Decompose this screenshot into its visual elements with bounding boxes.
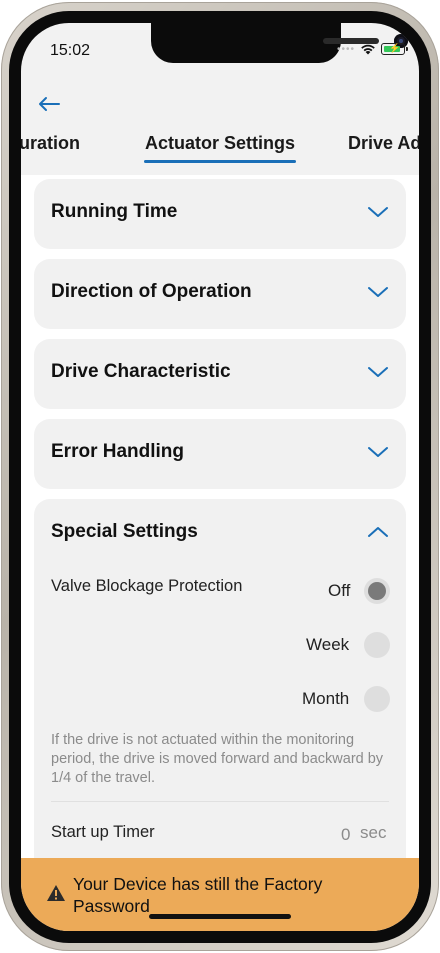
tab-configuration[interactable]: uration <box>21 133 80 154</box>
valve-blockage-label: Valve Blockage Protection <box>51 577 243 595</box>
section-direction-of-operation[interactable]: Direction of Operation <box>34 259 406 329</box>
factory-password-banner[interactable]: Your Device has still the Factory Passwo… <box>21 858 419 931</box>
chevron-down-icon <box>368 367 388 377</box>
section-title: Drive Characteristic <box>51 361 231 382</box>
section-title: Running Time <box>51 201 178 222</box>
divider <box>51 801 389 802</box>
home-indicator[interactable] <box>149 914 291 919</box>
option-month-label: Month <box>302 689 350 708</box>
banner-text: Your Device has still the Factory Passwo… <box>73 874 323 916</box>
tab-drive-adaptation[interactable]: Drive Ad <box>348 133 419 154</box>
app-screen: 15:02 •••• ⚡ uration Actuator Settings D… <box>21 23 419 931</box>
section-error-handling[interactable]: Error Handling <box>34 419 406 489</box>
warning-icon <box>47 885 65 901</box>
section-title[interactable]: Special Settings <box>51 521 198 543</box>
startup-timer-label: Start up Timer <box>51 823 155 841</box>
status-time: 15:02 <box>50 42 91 59</box>
option-off-label: Off <box>328 581 351 600</box>
status-icons: •••• ⚡ <box>336 43 408 55</box>
notch <box>151 23 408 63</box>
option-week-label: Week <box>306 635 350 654</box>
chevron-up-icon[interactable] <box>367 525 389 539</box>
section-special-settings: Special Settings Valve Blockage Protecti… <box>34 499 406 879</box>
chevron-down-icon <box>368 287 388 297</box>
settings-content: Running Time Direction of Operation Driv… <box>21 175 419 879</box>
radio-month[interactable] <box>364 686 390 712</box>
arrow-left-icon <box>39 97 60 111</box>
section-running-time[interactable]: Running Time <box>34 179 406 249</box>
radio-week[interactable] <box>364 632 390 658</box>
chevron-down-icon <box>368 447 388 457</box>
battery-icon: ⚡ <box>381 43 408 55</box>
signal-icon: •••• <box>336 43 355 55</box>
radio-off[interactable] <box>364 578 390 604</box>
back-button[interactable] <box>36 91 62 117</box>
section-title: Direction of Operation <box>51 281 252 302</box>
section-title: Error Handling <box>51 441 185 462</box>
wifi-icon <box>361 44 375 55</box>
chevron-down-icon <box>368 207 388 217</box>
active-tab-indicator <box>144 160 296 163</box>
valve-blockage-hint: If the drive is not actuated within the … <box>51 732 384 786</box>
section-drive-characteristic[interactable]: Drive Characteristic <box>34 339 406 409</box>
startup-timer-unit: sec <box>360 823 387 842</box>
tab-actuator-settings[interactable]: Actuator Settings <box>145 133 295 154</box>
startup-timer-value[interactable]: 0 <box>341 825 350 845</box>
